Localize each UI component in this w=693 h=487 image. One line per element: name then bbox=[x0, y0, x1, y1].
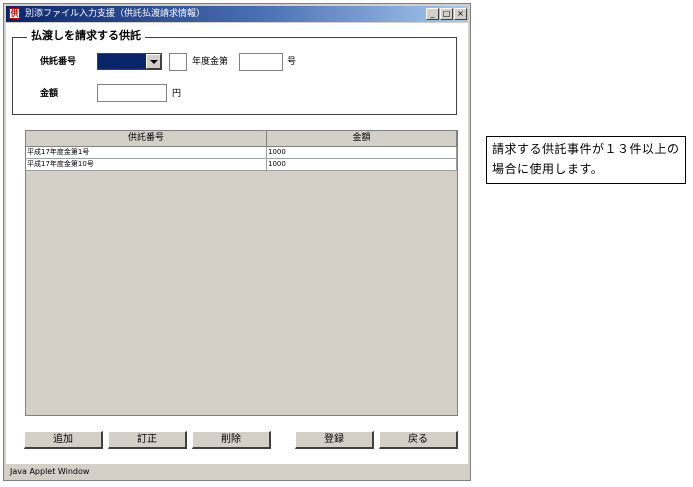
back-button[interactable]: 戻る bbox=[379, 431, 458, 449]
add-button[interactable]: 追加 bbox=[24, 431, 103, 449]
register-button[interactable]: 登録 bbox=[295, 431, 374, 449]
column-header-amount[interactable]: 金額 bbox=[267, 131, 457, 147]
deposit-groupbox bbox=[12, 37, 457, 115]
amount-label: 金額 bbox=[40, 89, 59, 99]
window-title: 別添ファイル入力支援（供託払渡請求情報） bbox=[25, 9, 206, 19]
chevron-down-icon[interactable] bbox=[146, 54, 161, 69]
year-input[interactable] bbox=[169, 53, 187, 71]
number-input[interactable] bbox=[239, 53, 283, 71]
close-button[interactable]: × bbox=[454, 8, 467, 20]
deposit-number-label: 供託番号 bbox=[40, 57, 77, 67]
correct-button[interactable]: 訂正 bbox=[108, 431, 187, 449]
title-bar[interactable]: 供 別添ファイル入力支援（供託払渡請求情報） _ □ × bbox=[6, 6, 468, 22]
minimize-button[interactable]: _ bbox=[426, 8, 439, 20]
amount-input[interactable] bbox=[97, 84, 167, 102]
amount-unit-label: 円 bbox=[172, 89, 182, 99]
era-select[interactable] bbox=[97, 53, 162, 70]
status-bar: Java Applet Window bbox=[10, 467, 90, 476]
table-cell-number[interactable]: 平成17年度金第1号 bbox=[26, 147, 267, 159]
instruction-note: 請求する供託事件が１３件以上の場合に使用します。 bbox=[486, 136, 686, 184]
era-selected-value bbox=[98, 56, 100, 66]
group-legend: 払渡しを請求する供託 bbox=[27, 29, 145, 43]
delete-button[interactable]: 削除 bbox=[192, 431, 271, 449]
deposit-table[interactable]: 供託番号 金額 平成17年度金第1号 1000 平成17年度金第10号 1000 bbox=[25, 130, 458, 416]
year-suffix-label: 年度金第 bbox=[192, 57, 229, 67]
table-cell-amount[interactable]: 1000 bbox=[267, 159, 457, 171]
app-icon: 供 bbox=[9, 8, 20, 19]
number-suffix-label: 号 bbox=[287, 57, 297, 67]
column-header-number[interactable]: 供託番号 bbox=[26, 131, 267, 147]
applet-content: 払渡しを請求する供託 供託番号 年度金第 号 金額 円 供託番号 金額 平成17… bbox=[6, 23, 468, 464]
table-cell-amount[interactable]: 1000 bbox=[267, 147, 457, 159]
applet-window: 供 別添ファイル入力支援（供託払渡請求情報） _ □ × 払渡しを請求する供託 … bbox=[3, 3, 471, 481]
table-cell-number[interactable]: 平成17年度金第10号 bbox=[26, 159, 267, 171]
maximize-button[interactable]: □ bbox=[440, 8, 453, 20]
